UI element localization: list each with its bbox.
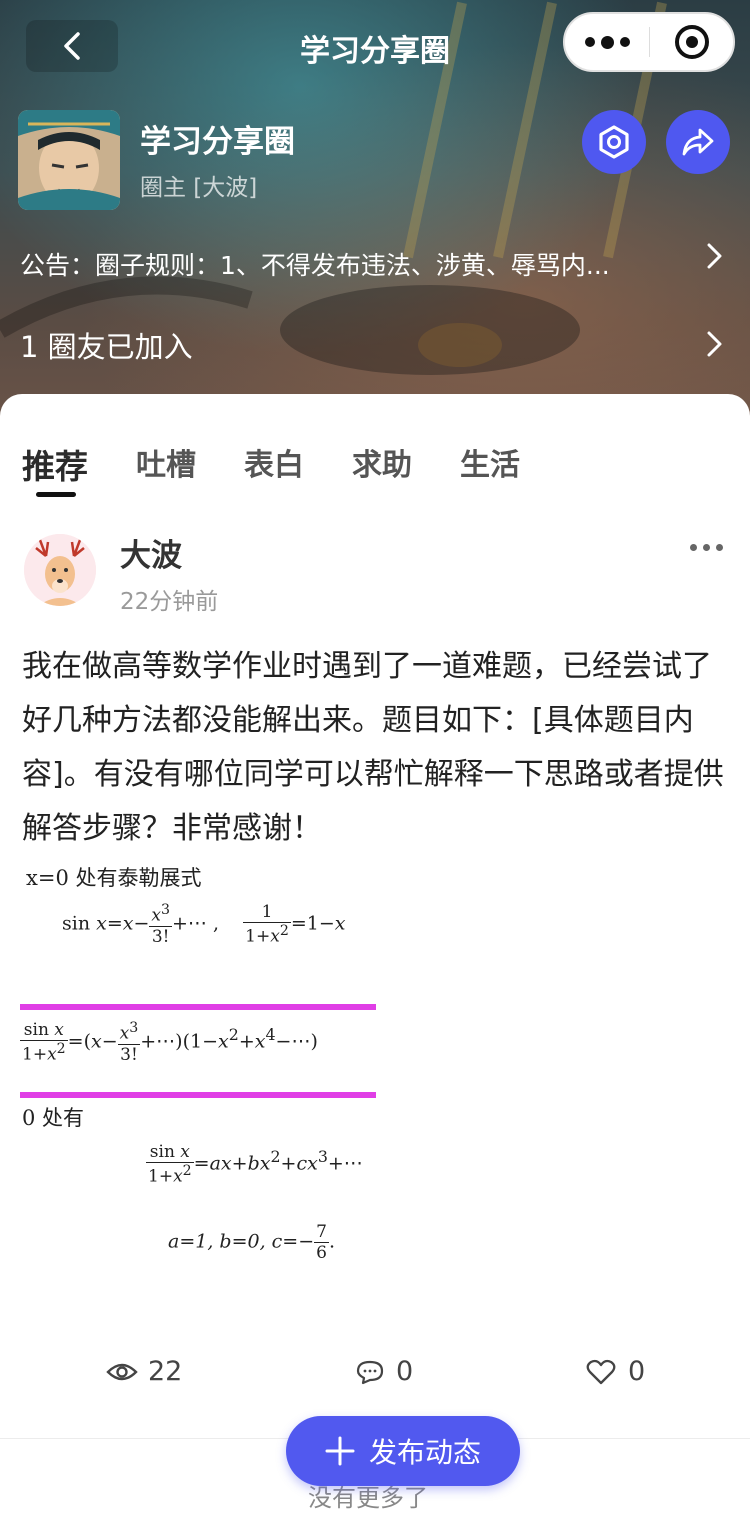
likes-value: 0 <box>628 1356 646 1387</box>
circle-owner: 圈主 [大波] <box>140 175 258 201</box>
post-time: 22分钟前 <box>120 589 219 615</box>
comment-count[interactable]: 0 <box>356 1356 413 1387</box>
hexagon-settings-icon <box>599 125 629 159</box>
post-author[interactable]: 大波 <box>120 530 182 575</box>
target-icon <box>674 25 709 59</box>
like-count[interactable]: 0 <box>586 1356 645 1387</box>
math-result: a=1, b=0, c=− <box>168 1230 315 1253</box>
chevron-right-icon[interactable] <box>700 242 728 270</box>
math-line: 0 处有 <box>22 1106 85 1130</box>
circle-name: 学习分享圈 <box>140 124 295 160</box>
active-tab-indicator <box>36 492 76 497</box>
close-button[interactable] <box>650 24 733 60</box>
views-value: 22 <box>148 1356 183 1387</box>
view-count: 22 <box>106 1356 182 1387</box>
post-image[interactable]: x=0 处有泰勒展式 sin x=x− x3 3! +⋯ , 1 1+x2 =1−x si… <box>18 858 378 1278</box>
publish-post-button[interactable]: 发布动态 <box>286 1416 520 1486</box>
post-content: 我在做高等数学作业时遇到了一道难题，已经尝试了好几种方法都没能解出来。题目如下：… <box>22 649 724 846</box>
tab-help[interactable]: 求助 <box>352 440 412 488</box>
comment-icon <box>356 1360 384 1384</box>
math-line: x=0 处有泰勒展式 <box>26 866 202 890</box>
tab-rant[interactable]: 吐槽 <box>136 440 196 488</box>
heart-icon <box>586 1359 616 1384</box>
tab-confession[interactable]: 表白 <box>244 440 304 488</box>
member-count[interactable]: 1 圈友已加入 <box>20 324 193 366</box>
circle-notice[interactable]: 公告：圈子规则：1、不得发布违法、涉黄、辱骂内... <box>20 246 680 282</box>
highlight-line <box>20 1092 376 1098</box>
tab-life[interactable]: 生活 <box>460 440 520 488</box>
share-icon <box>682 128 714 156</box>
plus-icon <box>325 1436 355 1466</box>
post-more-button[interactable] <box>690 544 723 551</box>
chevron-right-icon[interactable] <box>700 330 728 358</box>
more-menu-button[interactable] <box>565 35 649 49</box>
publish-label: 发布动态 <box>368 1436 481 1469</box>
circle-avatar <box>18 110 120 210</box>
eye-icon <box>106 1363 138 1380</box>
settings-button[interactable] <box>582 110 646 174</box>
mini-program-capsule <box>563 12 735 72</box>
author-avatar[interactable] <box>24 534 96 606</box>
category-tabs: 推荐 吐槽 表白 求助 生活 <box>22 440 568 488</box>
tab-recommend[interactable]: 推荐 <box>22 440 88 488</box>
comments-value: 0 <box>396 1356 414 1387</box>
highlight-line <box>20 1004 376 1010</box>
share-button[interactable] <box>666 110 730 174</box>
